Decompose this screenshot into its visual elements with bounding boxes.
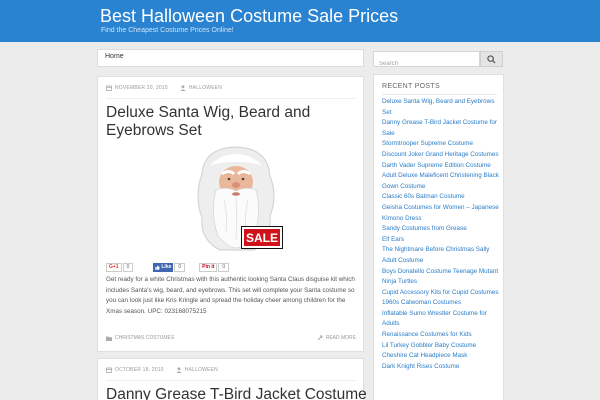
google-plus-button[interactable]: G+1: [106, 262, 122, 272]
search-input[interactable]: [374, 57, 479, 71]
calendar-icon: [106, 367, 112, 373]
recent-post-link[interactable]: Classic 60s Batman Costume: [382, 193, 465, 200]
site-header: Best Halloween Costume Sale Prices Find …: [0, 0, 600, 42]
folder-icon: [106, 336, 112, 341]
facebook-like-button[interactable]: Like: [153, 262, 174, 272]
post-meta: OCTOBER 18, 2015 HALLOWEEN: [106, 367, 218, 373]
site-tagline: Find the Cheapest Costume Prices Online!: [101, 27, 234, 34]
post-card: OCTOBER 18, 2015 HALLOWEEN Danny Grease …: [97, 358, 367, 400]
recent-post-link[interactable]: 1960s Catwoman Costumes: [382, 299, 461, 306]
post-author[interactable]: HALLOWEEN: [189, 85, 222, 91]
google-plus-count: 0: [122, 262, 134, 272]
recent-post-link[interactable]: Boys Donatello Costume Teenage Mutant Ni…: [382, 268, 498, 286]
recent-post-link[interactable]: Stormtrooper Supreme Costume: [382, 140, 473, 147]
user-icon: [180, 85, 186, 91]
calendar-icon: [106, 85, 112, 91]
recent-posts-list: Deluxe Santa Wig, Beard and Eyebrows Set…: [382, 97, 500, 372]
recent-post-link[interactable]: Inflatable Sumo Wrestler Costume for Adu…: [382, 310, 487, 328]
read-more-link[interactable]: READ MORE: [317, 335, 356, 341]
recent-post-link[interactable]: Geisha Costumes for Women – Japanese Kim…: [382, 204, 499, 222]
thumbs-up-icon: [155, 264, 160, 270]
product-image[interactable]: SALE: [184, 144, 287, 252]
recent-post-link[interactable]: The Nightmare Before Christmas Sally Adu…: [382, 246, 489, 264]
post-title[interactable]: Danny Grease T-Bird Jacket Costume: [106, 386, 367, 400]
recent-post-link[interactable]: Danny Grease T-Bird Jacket Costume for S…: [382, 119, 497, 137]
search-icon: [487, 54, 496, 64]
recent-post-link[interactable]: Discount Joker Grand Heritage Costumes: [382, 151, 499, 158]
post-card: NOVEMBER 20, 2015 HALLOWEEN Deluxe Santa…: [97, 76, 364, 352]
sale-badge: SALE: [241, 226, 283, 249]
post-footer: CHRISTMAS COSTUMES READ MORE: [106, 335, 356, 343]
share-bar: G+1 0 Like 0 Pin it 0: [106, 262, 230, 272]
recent-post-link[interactable]: Elf Ears: [382, 236, 404, 243]
post-meta: NOVEMBER 20, 2015 HALLOWEEN: [106, 85, 222, 91]
post-title-line: Eyebrows Set: [106, 122, 202, 139]
recent-post-link[interactable]: Lil Turkey Gobbler Baby Costume: [382, 342, 476, 349]
post-author[interactable]: HALLOWEEN: [185, 367, 218, 373]
search-box: [373, 51, 480, 71]
sidebar-recent-posts: RECENT POSTS Deluxe Santa Wig, Beard and…: [373, 74, 504, 400]
post-title[interactable]: Deluxe Santa Wig, Beard and Eyebrows Set: [106, 104, 310, 140]
post-title-line: Deluxe Santa Wig, Beard and: [106, 104, 311, 121]
recent-post-link[interactable]: Adult Deluxe Maleficent Christening Blac…: [382, 172, 499, 190]
facebook-like-count: 0: [174, 262, 186, 272]
read-more-label: READ MORE: [325, 335, 356, 341]
recent-post-link[interactable]: Deluxe Santa Wig, Beard and Eyebrows Set: [382, 98, 494, 116]
recent-post-link[interactable]: Cheshire Cat Headpiece Mask: [382, 352, 467, 359]
google-plus-label: G+1: [109, 264, 119, 270]
search-button[interactable]: [480, 51, 503, 67]
divider: [106, 380, 356, 381]
post-excerpt: Get ready for a white Christmas with thi…: [106, 276, 355, 315]
recent-post-link[interactable]: Renaissance Costumes for Kids: [382, 331, 472, 338]
divider: [106, 98, 356, 99]
sidebar-heading: RECENT POSTS: [382, 83, 440, 90]
pinterest-label: Pin it: [202, 264, 215, 270]
pinterest-count: 0: [218, 262, 230, 272]
user-icon: [176, 367, 182, 373]
pinterest-button[interactable]: Pin it: [199, 262, 218, 272]
recent-post-link[interactable]: Dark Knight Rises Costume: [382, 363, 459, 370]
recent-post-link[interactable]: Cupid Accessory Kits for Cupid Costumes: [382, 289, 499, 296]
post-date[interactable]: OCTOBER 18, 2015: [115, 367, 164, 373]
nav-home-link[interactable]: Home: [105, 53, 124, 60]
recent-post-link[interactable]: Sandy Costumes from Grease: [382, 225, 467, 232]
category-label: CHRISTMAS COSTUMES: [115, 335, 175, 341]
post-date[interactable]: NOVEMBER 20, 2015: [115, 85, 168, 91]
link-icon: [317, 335, 323, 341]
divider: [382, 94, 497, 95]
main-nav: Home: [97, 49, 364, 67]
recent-post-link[interactable]: Darth Vader Supreme Edition Costume: [382, 162, 491, 169]
facebook-like-label: Like: [161, 264, 172, 270]
site-title[interactable]: Best Halloween Costume Sale Prices: [100, 6, 398, 27]
category-link[interactable]: CHRISTMAS COSTUMES: [106, 335, 174, 341]
